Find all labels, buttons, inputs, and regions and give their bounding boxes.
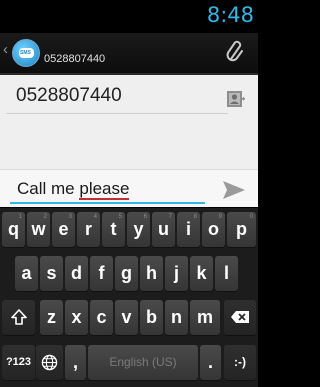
key-hint: 2: [43, 214, 47, 220]
compose-message-input[interactable]: Call me please: [17, 179, 130, 200]
key-v[interactable]: v: [115, 300, 138, 335]
clock: 8:48: [206, 3, 254, 27]
key-hint: 6: [143, 214, 147, 220]
send-icon[interactable]: [222, 180, 246, 200]
key-q[interactable]: q1: [2, 212, 25, 247]
key-b[interactable]: b: [140, 300, 163, 335]
key-z[interactable]: z: [40, 300, 63, 335]
key-label: o: [208, 219, 219, 239]
space-key[interactable]: English (US): [88, 345, 198, 380]
symbols-key[interactable]: ?123: [2, 345, 35, 380]
key-u[interactable]: u7: [152, 212, 175, 247]
delete-key[interactable]: [224, 300, 256, 335]
comma-key[interactable]: ,: [65, 345, 86, 380]
key-n[interactable]: n: [165, 300, 188, 335]
recipient-field[interactable]: 0528807440: [16, 85, 122, 107]
paperclip-icon[interactable]: [226, 39, 244, 65]
key-label: q: [8, 219, 19, 239]
key-r[interactable]: r4: [77, 212, 100, 247]
key-k[interactable]: k: [190, 256, 213, 291]
globe-icon: [41, 354, 58, 371]
period-key[interactable]: .: [200, 345, 221, 380]
key-hint: 3: [68, 214, 72, 220]
key-hint: 9: [218, 214, 222, 220]
shift-icon: [10, 309, 27, 325]
key-label: w: [31, 219, 46, 239]
key-m[interactable]: m: [190, 300, 220, 335]
key-d[interactable]: d: [65, 256, 88, 291]
key-i[interactable]: i8: [177, 212, 200, 247]
key-x[interactable]: x: [65, 300, 88, 335]
key-hint: 5: [118, 214, 122, 220]
compose-text-plain: Call me: [17, 179, 80, 198]
key-hint: 1: [18, 214, 22, 220]
language-key[interactable]: [36, 345, 63, 380]
key-hint: 4: [93, 214, 97, 220]
key-g[interactable]: g: [115, 256, 138, 291]
key-s[interactable]: s: [40, 256, 63, 291]
backspace-icon: [231, 311, 249, 323]
key-hint: 8: [193, 214, 197, 220]
contact-picker-icon[interactable]: [226, 89, 246, 109]
compose-text-misspelled-word: please: [79, 179, 130, 200]
key-label: u: [158, 219, 169, 239]
status-bar: 8:48: [0, 0, 258, 33]
key-y[interactable]: y6: [127, 212, 150, 247]
key-label: p: [236, 219, 247, 239]
key-o[interactable]: o9: [202, 212, 225, 247]
key-t[interactable]: t5: [102, 212, 125, 247]
key-l[interactable]: l: [215, 256, 238, 291]
key-f[interactable]: f: [90, 256, 113, 291]
key-label: e: [58, 219, 69, 239]
key-e[interactable]: e3: [52, 212, 75, 247]
compose-bar: Call me please: [0, 169, 258, 207]
shift-key[interactable]: [2, 300, 35, 335]
action-bar: ‹ SMS 0528807440: [0, 33, 258, 75]
key-j[interactable]: j: [165, 256, 188, 291]
key-a[interactable]: a: [15, 256, 38, 291]
smiley-key[interactable]: :-): [224, 345, 256, 380]
key-c[interactable]: c: [90, 300, 113, 335]
up-chevron-icon[interactable]: ‹: [3, 41, 8, 58]
messaging-app-icon[interactable]: SMS: [12, 39, 40, 67]
key-hint: 7: [168, 214, 172, 220]
key-hint: 0: [249, 214, 253, 220]
app-icon-label: SMS: [20, 50, 31, 56]
key-h[interactable]: h: [140, 256, 163, 291]
key-label: t: [110, 219, 117, 239]
key-label: i: [185, 219, 191, 239]
soft-keyboard: q1 w2 e3 r4 t5 y6 u7 i8 o9 p0 a s d f g …: [0, 208, 258, 387]
key-label: y: [133, 219, 144, 239]
key-p[interactable]: p0: [227, 212, 256, 247]
key-w[interactable]: w2: [27, 212, 50, 247]
compose-underline: [10, 202, 205, 204]
conversation-title: 0528807440: [44, 53, 106, 65]
recipient-underline: [6, 113, 228, 114]
key-label: r: [84, 219, 92, 239]
